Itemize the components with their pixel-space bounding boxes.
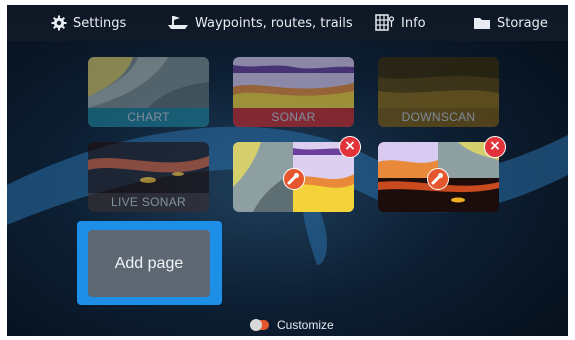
customize-label: Customize	[277, 318, 334, 332]
info-label: Info	[401, 15, 426, 31]
customize-toggle[interactable]: Customize	[250, 317, 334, 333]
close-icon: ×	[489, 138, 501, 154]
add-page-label: Add page	[114, 254, 184, 272]
remove-chart-sonar-button[interactable]: ×	[339, 136, 361, 158]
boat-waypoint-icon	[168, 16, 188, 29]
edit-sonar-chart-button[interactable]	[427, 168, 449, 190]
storage-menu-item[interactable]: Storage	[473, 5, 548, 41]
settings-menu-item[interactable]: Settings	[51, 5, 126, 41]
remove-sonar-chart-button[interactable]: ×	[484, 136, 506, 158]
tile-sonar[interactable]: SONAR	[233, 57, 354, 127]
storage-label: Storage	[497, 15, 548, 31]
tile-sonar-label: SONAR	[271, 110, 316, 124]
folder-icon	[474, 18, 490, 29]
gear-icon	[51, 15, 67, 31]
add-page-selection: Add page	[77, 221, 222, 305]
tile-live-sonar-label: LIVE SONAR	[110, 195, 187, 209]
waypoints-menu-item[interactable]: Waypoints, routes, trails	[167, 5, 353, 41]
top-menu-bar: Settings Waypoints, routes, trails Info	[7, 5, 568, 41]
wrench-icon	[287, 173, 299, 185]
info-grid-icon	[375, 14, 395, 31]
add-page-button[interactable]: Add page	[88, 230, 210, 297]
close-icon: ×	[344, 138, 356, 154]
tile-chart-label: CHART	[127, 110, 170, 124]
toggle-icon	[250, 319, 269, 331]
tile-live-sonar[interactable]: LIVE SONAR	[88, 142, 209, 212]
tile-downscan-label: DOWNSCAN	[401, 110, 476, 124]
tile-chart[interactable]: CHART	[88, 57, 209, 127]
info-menu-item[interactable]: Info	[375, 5, 426, 41]
home-screen: Settings Waypoints, routes, trails Info	[7, 5, 568, 336]
tile-downscan[interactable]: DOWNSCAN	[378, 57, 499, 127]
settings-label: Settings	[73, 15, 127, 31]
edit-chart-sonar-button[interactable]	[283, 168, 305, 190]
wrench-icon	[431, 173, 443, 185]
waypoints-label: Waypoints, routes, trails	[195, 15, 353, 31]
